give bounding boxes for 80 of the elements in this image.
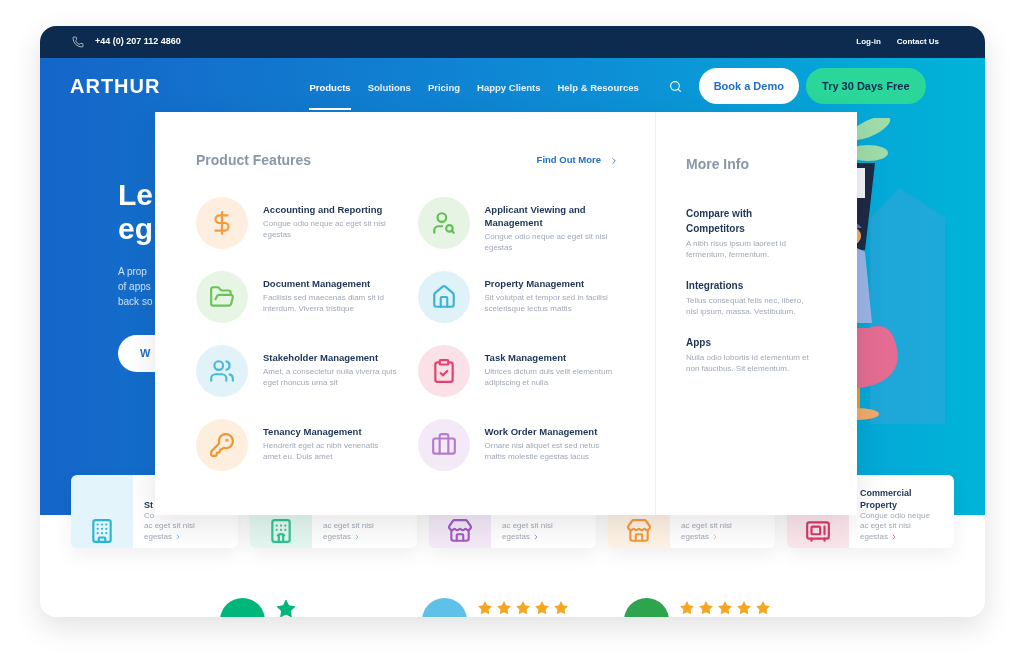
feature-title: Accounting and Reporting	[263, 203, 384, 216]
feature-title: Applicant Viewing and Management	[484, 203, 587, 229]
card-text: ac eget sit nisi	[323, 521, 374, 532]
chevron-icon	[609, 155, 619, 166]
star-icon	[515, 600, 531, 616]
feature-description: Amet, a consectetur nulla viverra quis eget rhoncus urna sit	[263, 366, 398, 388]
more-info-description: Nulla odio lobortis id elementum et non faucibus. Sit elementum.	[686, 352, 810, 374]
hero-text: back so	[118, 295, 153, 309]
hero-text: A prop	[118, 265, 148, 279]
product-features-heading: Product Features	[196, 151, 312, 170]
card-text: egestas	[144, 531, 195, 542]
feature-title: Property Management	[484, 277, 586, 290]
phone-icon	[72, 36, 84, 48]
feature-link[interactable]: Accounting and Reporting Congue odio neque ac eget sit nisi egestas	[263, 197, 398, 240]
card-text: ac eget sit nisi	[502, 521, 553, 532]
feature-link[interactable]: Property Management Sit volutpat et tempor sed in facilisi scelerisque lectus mattis	[484, 271, 619, 314]
card-title: St	[144, 498, 154, 511]
feature-title: Task Management	[484, 351, 568, 364]
free-trial-button[interactable]: Try 30 Days Free	[805, 68, 926, 104]
card-text: egestas	[323, 531, 374, 542]
phone-number: +44 (0) 207 112 4860	[95, 35, 181, 49]
more-info-link[interactable]: Compare with Competitors A nibh risus ipsum laoreet id fermentum, fermentum.	[686, 206, 837, 260]
more-info-link[interactable]: Apps Nulla odio lobortis id elementum et non faucibus. Sit elementum.	[686, 335, 837, 374]
top-link[interactable]: Log-in	[856, 36, 881, 48]
feature-description: Ornare nisi aliquet est sed netus mattis molestie egestas lacus	[484, 440, 601, 462]
star-icon	[698, 600, 714, 616]
more-info-title: Integrations	[686, 279, 745, 293]
card-title: Property	[860, 498, 898, 511]
star-icon	[477, 600, 493, 616]
feature-description: Congue odio neque ac eget sit nisi egestas	[484, 231, 609, 253]
feature-link[interactable]: Tenancy Management Hendrerit eget ac nibh venenatis amet eu. Duis amet	[263, 419, 398, 462]
feature-link[interactable]: Stakeholder Management Amet, a consectetur nulla viverra quis eget rhoncus urna sit	[263, 345, 398, 388]
hero-button[interactable]: W	[118, 335, 155, 372]
more-info-title: Compare with Competitors	[686, 207, 754, 236]
feature-link[interactable]: Applicant Viewing and Management Congue odio neque ac eget sit nisi egestas	[484, 197, 619, 253]
star-icon	[736, 600, 752, 616]
top-link[interactable]: Contact Us	[896, 36, 939, 48]
feature-description: Facilisis sed maecenas diam sit id interdum. Viverra tristique	[263, 292, 385, 314]
feature-description: Sit volutpat et tempor sed in facilisi scelerisque lectus mattis	[484, 292, 609, 314]
hero-heading: Le	[118, 178, 153, 212]
card-title: Commercial	[860, 486, 913, 499]
more-info-title: Apps	[686, 336, 712, 350]
find-out-more-link[interactable]: Find Out More	[536, 153, 619, 168]
book-demo-button[interactable]: Book a Demo	[698, 68, 799, 104]
star-icon	[553, 600, 569, 616]
nav-link[interactable]: Products	[309, 66, 351, 110]
more-info-description: Tellus consequat felis nec, libero, nisl ipsum, massa. Vestibulum.	[686, 295, 805, 317]
feature-link[interactable]: Work Order Management Ornare nisi aliquet est sed netus mattis molestie egestas lacus	[484, 419, 619, 462]
feature-description: Congue odio neque ac eget sit nisi egestas	[263, 218, 387, 240]
more-info-heading: More Info	[686, 156, 749, 172]
star-icon	[496, 600, 512, 616]
more-info-link[interactable]: Integrations Tellus consequat felis nec, libero, nisl ipsum, massa. Vestibulum.	[686, 278, 837, 317]
card-text: ac eget sit nisi	[144, 521, 195, 532]
star-logo-icon	[275, 598, 297, 617]
card-text: ac eget sit nisi	[681, 521, 732, 532]
star-icon	[534, 600, 550, 616]
more-info-description: A nibh risus ipsum laoreet id fermentum, fermentum.	[686, 238, 788, 260]
card-text: egestas	[860, 531, 930, 542]
brand-logo[interactable]: ARTHUR	[70, 71, 161, 101]
card-text: egestas	[502, 531, 553, 542]
hero-text: of apps	[118, 280, 152, 294]
feature-title: Tenancy Management	[263, 425, 363, 438]
feature-link[interactable]: Task Management Ultrices dictum duis velit elementum adipiscing et nulla	[484, 345, 619, 388]
feature-title: Document Management	[263, 277, 372, 290]
card-text: Congue odio neque	[860, 510, 930, 521]
nav-link[interactable]: Pricing	[427, 66, 461, 110]
search-icon[interactable]	[668, 79, 682, 93]
card-text: ac eget sit nisi	[860, 521, 912, 532]
card-text: egestas	[681, 531, 732, 542]
hero-heading: eg	[118, 212, 153, 246]
feature-title: Stakeholder Management	[263, 351, 380, 364]
star-icon	[679, 600, 695, 616]
star-icon	[717, 600, 733, 616]
card-text: Co	[144, 510, 156, 521]
feature-description: Ultrices dictum duis velit elementum adipiscing et nulla	[484, 366, 614, 388]
feature-link[interactable]: Document Management Facilisis sed maecenas diam sit id interdum. Viverra tristique	[263, 271, 398, 314]
feature-description: Hendrerit eget ac nibh venenatis amet eu. Duis amet	[263, 440, 380, 462]
star-icon	[755, 600, 771, 616]
feature-title: Work Order Management	[484, 425, 599, 438]
nav-link[interactable]: Solutions	[367, 66, 411, 110]
